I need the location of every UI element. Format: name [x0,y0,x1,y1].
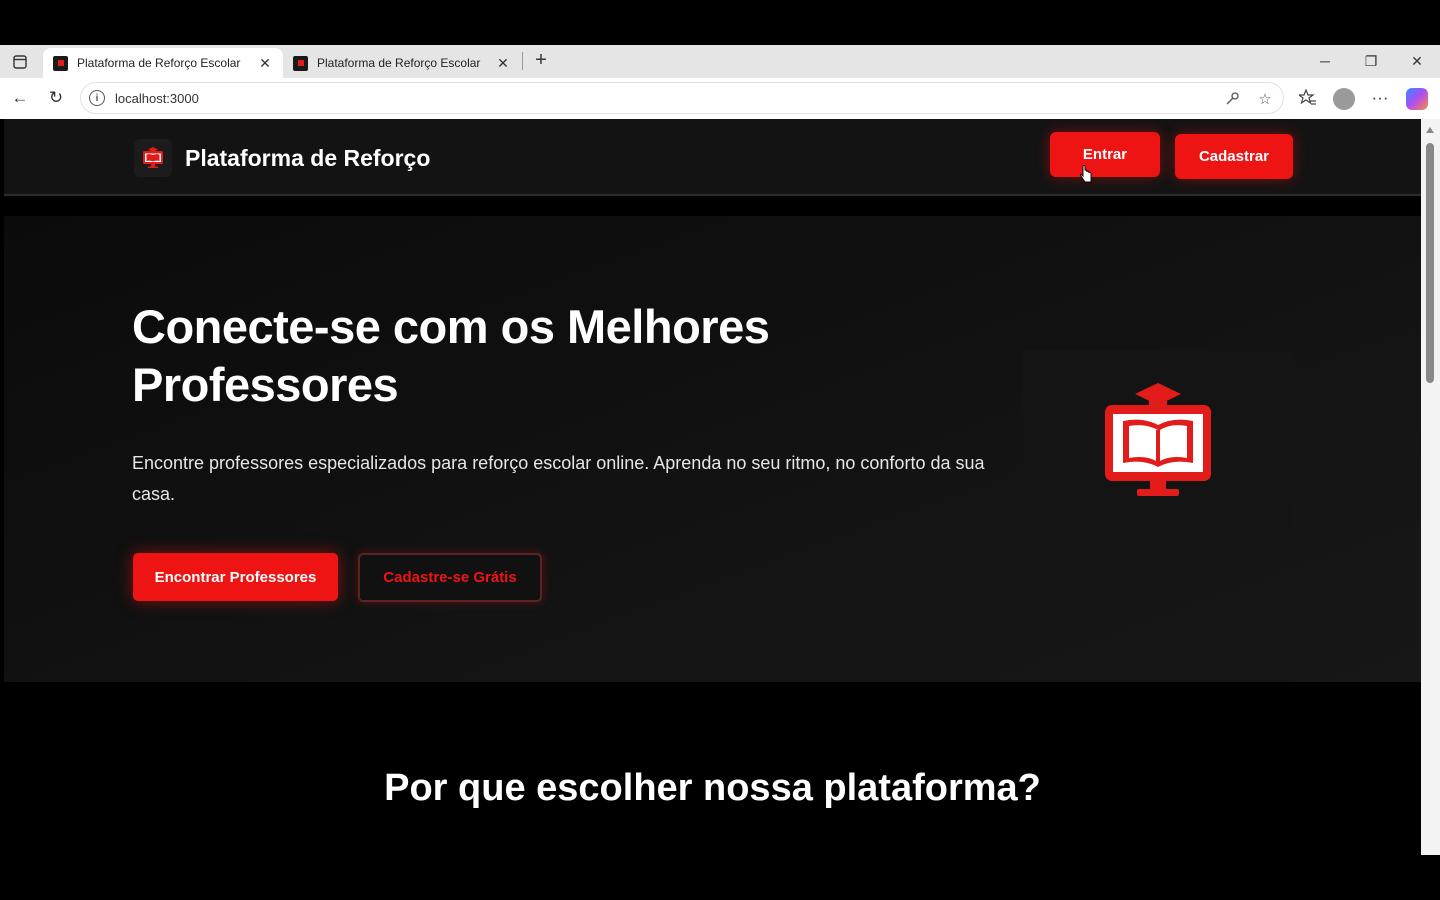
address-bar[interactable]: i localhost:3000 ☆ [80,82,1284,114]
favorite-star-icon[interactable]: ☆ [1254,88,1276,110]
scrollbar-thumb[interactable] [1426,143,1434,383]
browser-tab-bar: Plataforma de Reforço Escolar ✕ Platafor… [0,45,1440,78]
copilot-icon[interactable] [1406,88,1428,110]
signup-free-button[interactable]: Cadastre-se Grátis [358,553,542,602]
key-icon[interactable] [1221,88,1243,110]
site-header: Plataforma de Reforço Entrar Cadastrar [4,119,1421,196]
hero-illustration [1022,350,1293,530]
minimize-icon[interactable]: ─ [1310,49,1340,73]
back-icon[interactable]: ← [8,86,32,110]
tab-separator [522,52,523,70]
favorites-icon[interactable] [1296,86,1320,110]
register-button[interactable]: Cadastrar [1175,134,1293,179]
new-tab-icon[interactable]: + [530,49,552,71]
site-info-icon[interactable]: i [89,90,105,106]
screen-bottom-border [0,855,1440,900]
profile-avatar[interactable] [1333,88,1355,110]
monitor-book-icon [1104,383,1211,496]
hand-cursor-icon [1080,165,1092,183]
tab-title: Plataforma de Reforço Escolar [77,56,241,70]
login-button[interactable]: Entrar [1050,132,1160,177]
window-close-icon[interactable]: ✕ [1402,49,1432,73]
more-options-icon[interactable]: ··· [1368,86,1392,110]
screen-top-border [0,0,1440,45]
find-teachers-button[interactable]: Encontrar Professores [133,553,338,601]
tab-title: Plataforma de Reforço Escolar [317,56,481,70]
hero-title: Conecte-se com os Melhores Professores [132,300,770,411]
favicon-icon [53,55,68,71]
page-scrollbar[interactable] [1421,119,1440,855]
restore-icon[interactable]: ❐ [1356,49,1386,73]
browser-toolbar: ← ↻ i localhost:3000 ☆ ··· [0,78,1440,119]
close-tab-icon[interactable]: ✕ [495,55,511,71]
reload-icon[interactable]: ↻ [44,86,68,110]
url-text[interactable]: localhost:3000 [115,91,199,106]
browser-tab-inactive[interactable]: Plataforma de Reforço Escolar ✕ [283,48,521,78]
hero-description: Encontre professores especializados para… [132,453,985,504]
browser-tab-active[interactable]: Plataforma de Reforço Escolar ✕ [43,48,283,78]
brand-logo-icon[interactable] [134,139,172,177]
brand-name[interactable]: Plataforma de Reforço [185,145,430,172]
favicon-icon [293,55,308,71]
scroll-up-icon[interactable] [1426,127,1434,133]
close-tab-icon[interactable]: ✕ [257,55,273,71]
page-viewport: Plataforma de Reforço Entrar Cadastrar C… [4,119,1421,855]
hero-section: Conecte-se com os Melhores Professores E… [4,216,1421,682]
tab-actions-icon[interactable] [8,51,32,73]
features-section-title: Por que escolher nossa plataforma? [384,767,1041,809]
